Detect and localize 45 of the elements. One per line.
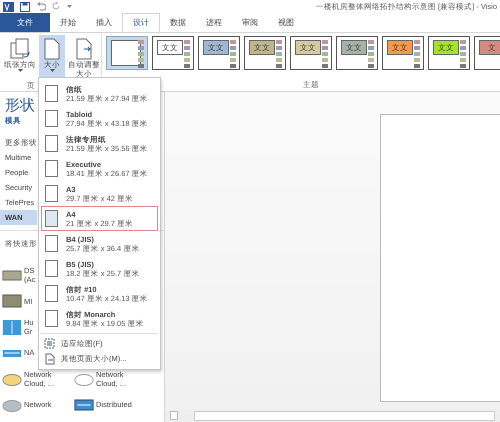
color-swatches-icon [184, 40, 190, 68]
scroll-left-button[interactable] [170, 411, 178, 420]
page-icon [45, 135, 58, 152]
ribbon-tab[interactable]: 插入 [86, 13, 122, 32]
ribbon-tab[interactable]: 审阅 [232, 13, 268, 32]
color-swatches-icon [414, 40, 420, 68]
app-icon[interactable] [3, 2, 14, 12]
pages-icon [9, 37, 31, 60]
device-box-icon[interactable] [2, 268, 22, 283]
ribbon-tab[interactable]: 数据 [160, 13, 196, 32]
page-icon [45, 85, 58, 102]
undo-icon[interactable] [36, 2, 46, 11]
color-swatches-icon [460, 40, 466, 68]
color-swatches-icon [368, 40, 374, 68]
page-icon [45, 310, 58, 327]
ribbon-tab[interactable]: 进程 [196, 13, 232, 32]
color-swatches-icon [322, 40, 328, 68]
cloud-icon[interactable] [74, 371, 94, 386]
page-icon [45, 260, 58, 277]
ribbon-tab[interactable]: 文件 [0, 13, 50, 32]
ribbon-tab[interactable]: 设计 [122, 13, 160, 32]
fit-icon [44, 338, 55, 350]
redo-icon[interactable] [52, 2, 61, 11]
page-icon [45, 160, 58, 177]
pane-title: 形状 [5, 97, 35, 114]
device-icon[interactable] [74, 397, 94, 412]
ribbon-tab[interactable]: 开始 [50, 13, 86, 32]
color-swatches-icon [276, 40, 282, 68]
cloud-icon[interactable] [2, 371, 22, 386]
device-box-icon[interactable] [2, 294, 22, 309]
page-icon [45, 110, 58, 127]
cloud-icon[interactable] [2, 397, 22, 412]
theme-thumbnail[interactable] [106, 36, 148, 70]
color-swatches-icon [138, 40, 144, 68]
save-icon[interactable] [20, 2, 30, 12]
ribbon-tab[interactable]: 视图 [268, 13, 304, 32]
customize-icon[interactable] [67, 4, 72, 9]
panel-icon[interactable] [2, 320, 22, 335]
page-icon [45, 185, 58, 202]
page-icon [45, 235, 58, 252]
page-icon [45, 210, 58, 227]
page-icon [44, 352, 55, 364]
page-icon [45, 285, 58, 302]
color-swatches-icon [230, 40, 236, 68]
horizontal-scrollbar[interactable] [194, 411, 495, 421]
